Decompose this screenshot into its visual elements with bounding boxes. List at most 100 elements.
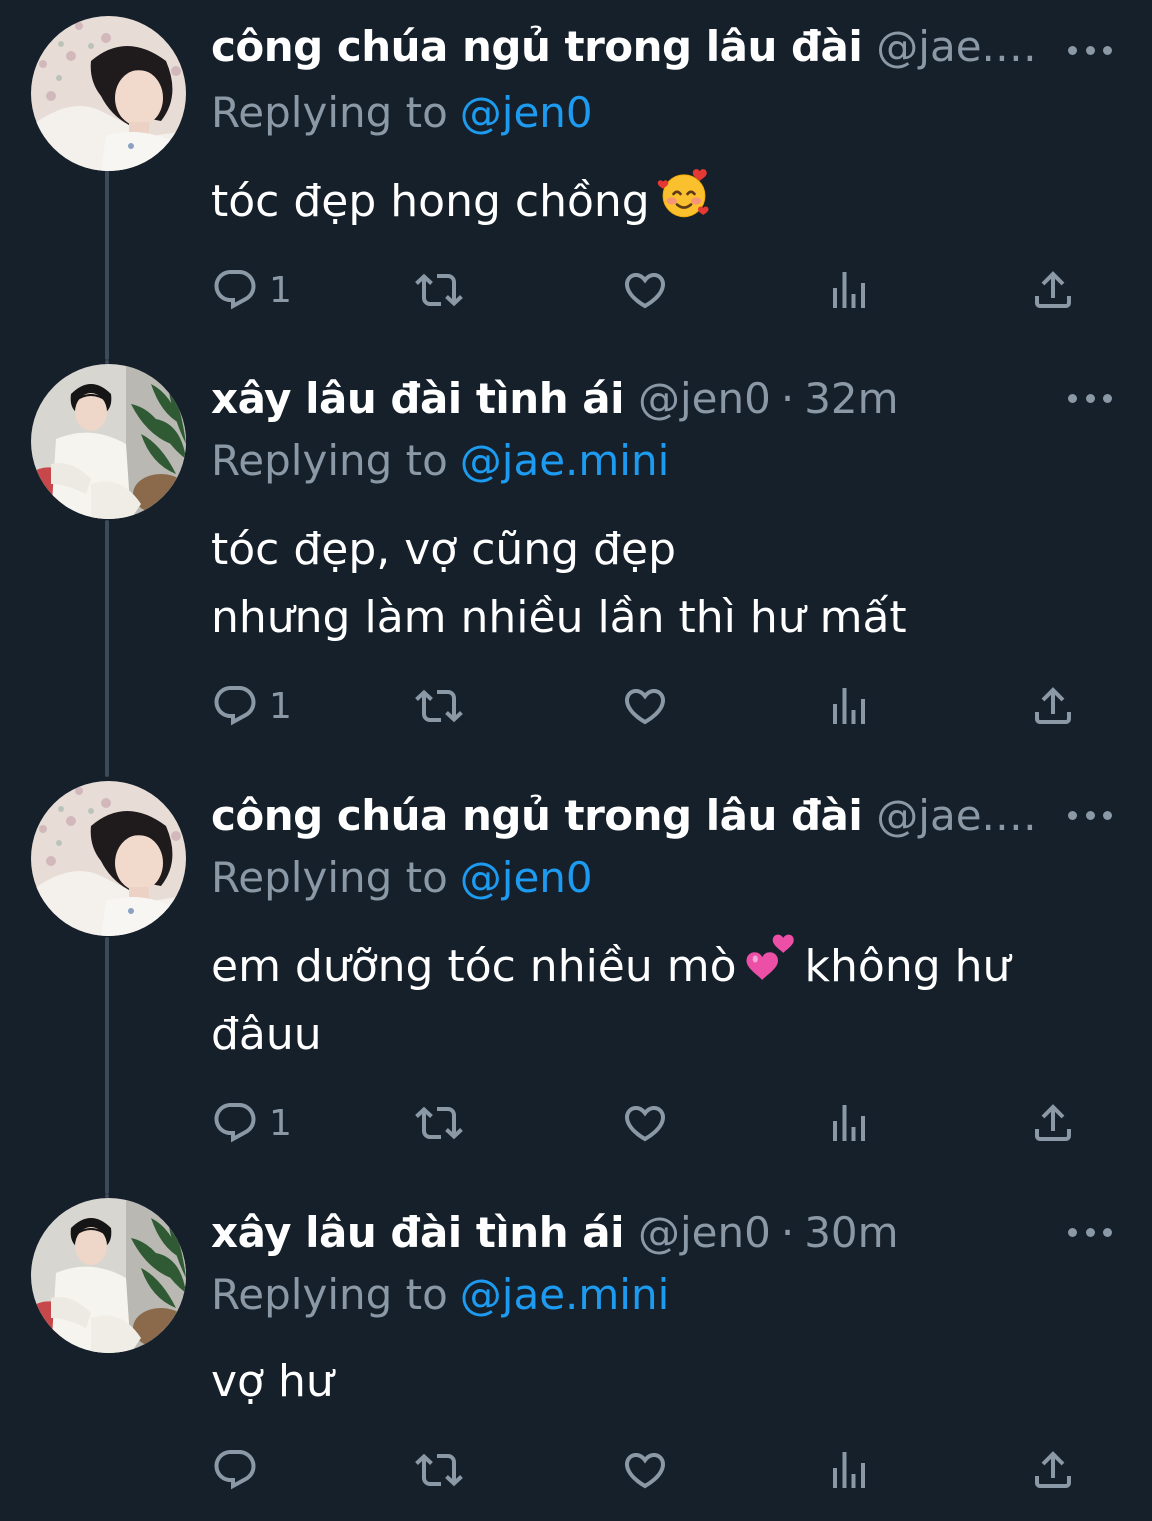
views-icon	[825, 682, 873, 730]
views-icon	[825, 266, 873, 314]
reply-button[interactable]: 1	[211, 1093, 292, 1153]
author-name[interactable]: công chúa ngủ trong lâu đài	[211, 22, 863, 71]
share-button[interactable]	[1029, 1440, 1077, 1500]
profile-photo	[31, 781, 186, 936]
views-button[interactable]	[825, 1440, 873, 1500]
author-handle[interactable]: @jen0	[638, 374, 771, 423]
tweet-header: xây lâu đài tình ái @jen0 · 32m	[211, 374, 1052, 434]
reply-mention-link[interactable]: @jen0	[460, 88, 593, 137]
heart-icon	[621, 266, 669, 314]
replying-to: Replying to @jae.mini	[211, 1270, 669, 1319]
heart-icon	[621, 682, 669, 730]
reply-button[interactable]: 1	[211, 676, 292, 736]
avatar[interactable]	[31, 16, 186, 171]
more-icon[interactable]	[1068, 805, 1112, 825]
replying-label: Replying to	[211, 1270, 448, 1319]
avatar[interactable]	[31, 781, 186, 936]
views-button[interactable]	[825, 676, 873, 736]
tweet-text-line: em dưỡng tóc nhiều mò không hư	[211, 931, 1032, 1001]
reply-count: 1	[269, 269, 292, 311]
conversation-thread: công chúa ngủ trong lâu đài @jae.min... …	[0, 0, 1152, 1521]
more-icon[interactable]	[1068, 40, 1112, 60]
thread-connector	[105, 937, 109, 1194]
views-button[interactable]	[825, 260, 873, 320]
retweet-icon	[415, 266, 463, 314]
share-button[interactable]	[1029, 1093, 1077, 1153]
tweet[interactable]: công chúa ngủ trong lâu đài @jae.min... …	[0, 777, 1152, 1194]
separator-dot: ·	[780, 374, 795, 423]
tweet[interactable]: công chúa ngủ trong lâu đài @jae.min... …	[0, 0, 1152, 360]
share-button[interactable]	[1029, 676, 1077, 736]
reply-count: 1	[269, 1102, 292, 1144]
action-bar	[211, 1440, 1091, 1500]
replying-to: Replying to @jen0	[211, 88, 593, 137]
action-bar: 1	[211, 260, 1091, 320]
profile-photo	[31, 16, 186, 171]
tweet-text: tóc đẹp, vợ cũng đẹp nhưng làm nhiều lần…	[211, 516, 1032, 652]
replying-label: Replying to	[211, 436, 448, 485]
tweet-text: tóc đẹp hong chồng	[211, 166, 1032, 236]
more-icon[interactable]	[1068, 1222, 1112, 1242]
reply-icon	[211, 1099, 259, 1147]
reply-mention-link[interactable]: @jae.mini	[460, 1270, 669, 1319]
replying-label: Replying to	[211, 853, 448, 902]
action-bar: 1	[211, 1093, 1091, 1153]
tweet-text: em dưỡng tóc nhiều mò không hư đâuu	[211, 931, 1032, 1069]
retweet-button[interactable]	[415, 1440, 463, 1500]
replying-to: Replying to @jen0	[211, 853, 593, 902]
tweet-text-line: đâuu	[211, 1009, 322, 1060]
author-handle[interactable]: @jae.min...	[876, 22, 1052, 71]
author-name[interactable]: xây lâu đài tình ái	[211, 1208, 624, 1257]
avatar[interactable]	[31, 364, 186, 519]
like-button[interactable]	[621, 1093, 669, 1153]
replying-to: Replying to @jae.mini	[211, 436, 669, 485]
reply-mention-link[interactable]: @jae.mini	[460, 436, 669, 485]
author-handle[interactable]: @jae.min...	[876, 791, 1052, 840]
separator-dot: ·	[780, 1208, 795, 1257]
tweet[interactable]: xây lâu đài tình ái @jen0 · 30m Replying…	[0, 1194, 1152, 1521]
tweet-text-line: nhưng làm nhiều lần thì hư mất	[211, 592, 907, 643]
retweet-icon	[415, 1446, 463, 1494]
heart-icon	[621, 1099, 669, 1147]
avatar[interactable]	[31, 1198, 186, 1353]
reply-mention-link[interactable]: @jen0	[460, 853, 593, 902]
like-button[interactable]	[621, 676, 669, 736]
reply-button[interactable]	[211, 1440, 269, 1500]
views-button[interactable]	[825, 1093, 873, 1153]
thread-connector	[105, 170, 109, 360]
tweet-text-line: tóc đẹp, vợ cũng đẹp	[211, 524, 677, 575]
tweet-timestamp[interactable]: 32m	[804, 374, 898, 423]
reply-button[interactable]: 1	[211, 260, 292, 320]
views-icon	[825, 1099, 873, 1147]
retweet-button[interactable]	[415, 676, 463, 736]
tweet-timestamp[interactable]: 30m	[804, 1208, 898, 1257]
smiling-face-with-hearts-icon	[656, 166, 712, 222]
like-button[interactable]	[621, 260, 669, 320]
profile-photo	[31, 364, 186, 519]
tweet-text-segment: em dưỡng tóc nhiều mò	[211, 941, 737, 992]
like-button[interactable]	[621, 1440, 669, 1500]
tweet[interactable]: xây lâu đài tình ái @jen0 · 32m Replying…	[0, 360, 1152, 777]
views-icon	[825, 1446, 873, 1494]
tweet-text-line: tóc đẹp hong chồng	[211, 176, 650, 227]
retweet-icon	[415, 682, 463, 730]
tweet-text-segment: không hư	[804, 941, 1011, 992]
heart-icon	[621, 1446, 669, 1494]
retweet-button[interactable]	[415, 1093, 463, 1153]
retweet-icon	[415, 1099, 463, 1147]
author-name[interactable]: xây lâu đài tình ái	[211, 374, 624, 423]
action-bar: 1	[211, 676, 1091, 736]
retweet-button[interactable]	[415, 260, 463, 320]
tweet-header: xây lâu đài tình ái @jen0 · 30m	[211, 1208, 1052, 1268]
reply-icon	[211, 682, 259, 730]
tweet-header: công chúa ngủ trong lâu đài @jae.min...	[211, 22, 1052, 82]
author-handle[interactable]: @jen0	[638, 1208, 771, 1257]
reply-icon	[211, 1446, 259, 1494]
tweet-text-line: vợ hư	[211, 1356, 334, 1407]
replying-label: Replying to	[211, 88, 448, 137]
reply-count: 1	[269, 685, 292, 727]
more-icon[interactable]	[1068, 388, 1112, 408]
profile-photo	[31, 1198, 186, 1353]
author-name[interactable]: công chúa ngủ trong lâu đài	[211, 791, 863, 840]
share-button[interactable]	[1029, 260, 1077, 320]
